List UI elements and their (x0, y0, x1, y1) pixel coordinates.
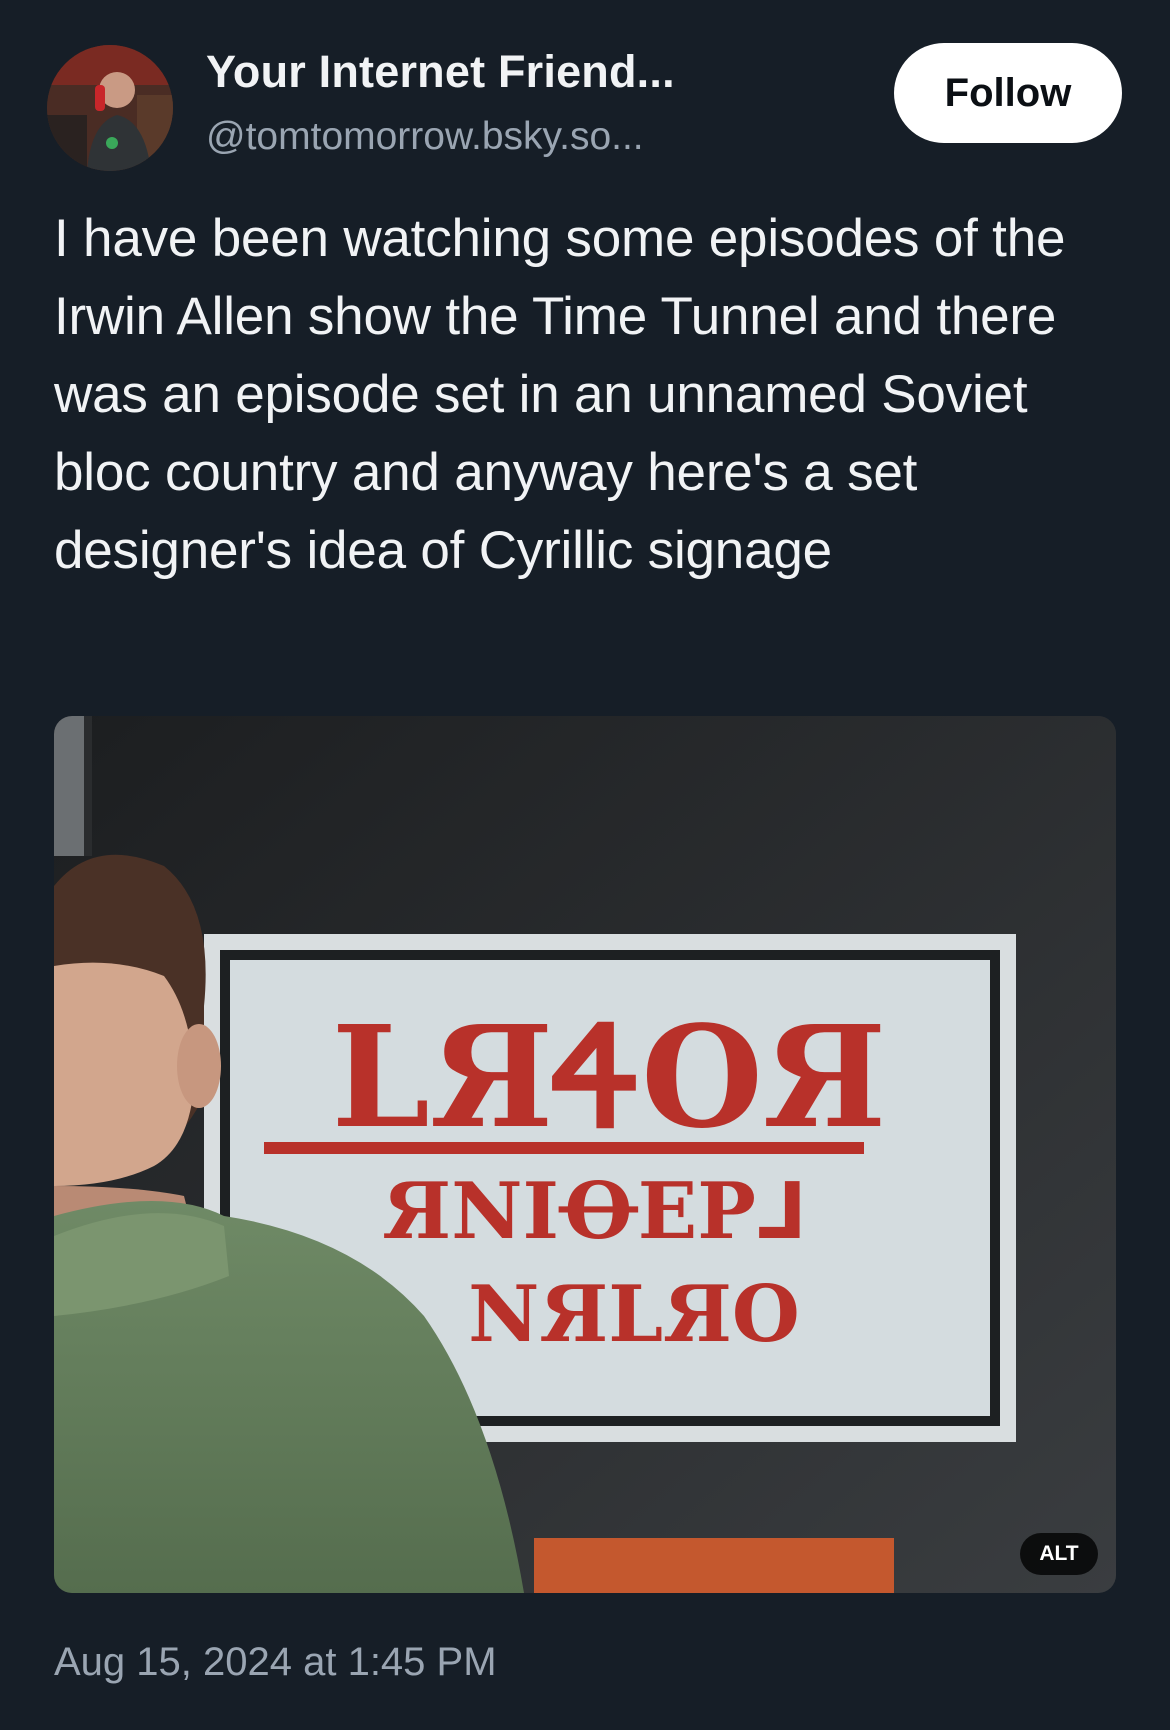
author-handle[interactable]: @tomtomorrow.bsky.so... (206, 115, 644, 159)
follow-button[interactable]: Follow (894, 43, 1122, 143)
sign-underline (264, 1142, 864, 1154)
post-text: I have been watching some episodes of th… (54, 209, 1066, 580)
sign-line-3: NЯLЯO (468, 1269, 800, 1360)
avatar[interactable] (47, 45, 173, 171)
post-image[interactable]: LЯᏎOЯ ЯNIꝊEP⅃ NЯLЯO ALT (54, 716, 1116, 1593)
sign-line-2: ЯNIꝊEP⅃ (382, 1166, 805, 1257)
author-display-name[interactable]: Your Internet Friend... (206, 46, 675, 98)
post-timestamp: Aug 15, 2024 at 1:45 PM (54, 1640, 497, 1684)
tv-still-image: LЯᏎOЯ ЯNIꝊEP⅃ NЯLЯO (54, 716, 1116, 1593)
sign-line-1: LЯᏎOЯ (332, 996, 887, 1160)
alt-text-badge[interactable]: ALT (1020, 1533, 1098, 1575)
avatar-image (47, 45, 173, 171)
post-container: Your Internet Friend... @tomtomorrow.bsk… (0, 0, 1170, 1730)
